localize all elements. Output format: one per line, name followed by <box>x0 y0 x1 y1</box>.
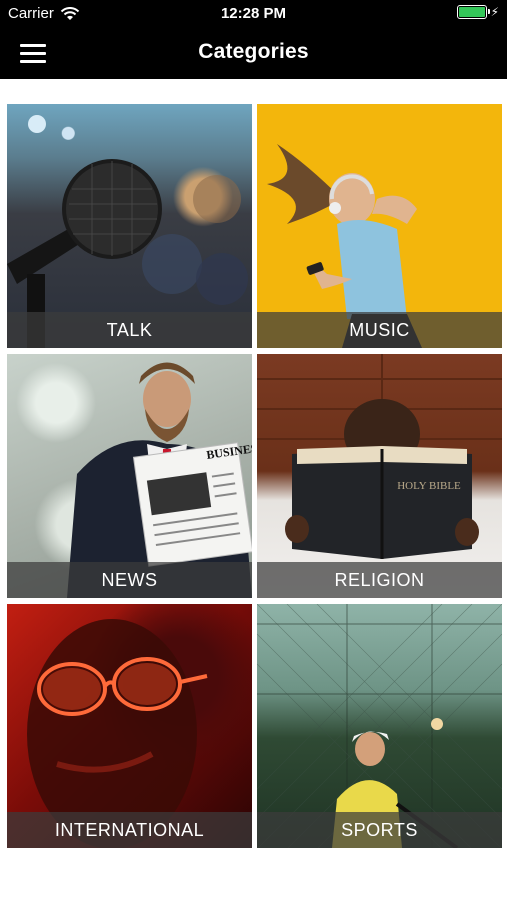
bible-cover-text: HOLY BIBLE <box>397 480 461 492</box>
category-label-sports: SPORTS <box>257 812 502 848</box>
navigation-bar: Categories <box>0 28 507 79</box>
battery-fill <box>458 7 485 17</box>
category-label-music: MUSIC <box>257 312 502 348</box>
category-label-religion: RELIGION <box>257 562 502 598</box>
charging-bolt-icon: ⚡ <box>490 5 499 19</box>
newspaper-headline: BUSINES <box>205 441 252 462</box>
category-label-talk: TALK <box>7 312 252 348</box>
category-label-news: NEWS <box>7 562 252 598</box>
category-tile-international[interactable]: INTERNATIONAL <box>7 604 252 848</box>
category-tile-talk[interactable]: TALK <box>7 104 252 348</box>
status-time: 12:28 PM <box>220 5 287 22</box>
category-tile-music[interactable]: MUSIC <box>257 104 502 348</box>
status-bar: Carrier 12:28 PM ⚡ <box>0 0 507 28</box>
page-title: Categories <box>198 40 309 63</box>
category-tile-religion[interactable]: HOLY BIBLE RELIGION <box>257 354 502 598</box>
battery-icon <box>456 5 490 19</box>
category-grid: TALK MUSIC BUSINES NEWS HOLY BIBLE RELIG… <box>7 104 502 848</box>
category-tile-news[interactable]: BUSINES NEWS <box>7 354 252 598</box>
category-label-international: INTERNATIONAL <box>7 812 252 848</box>
category-tile-sports[interactable]: SPORTS <box>257 604 502 848</box>
battery-status: ⚡ <box>456 5 499 19</box>
